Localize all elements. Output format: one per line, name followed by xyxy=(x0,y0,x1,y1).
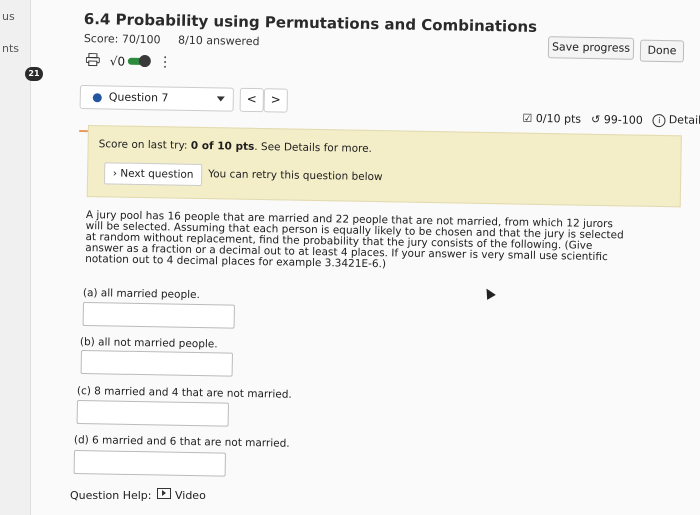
toggle-knob xyxy=(139,54,152,68)
retry-icon: ↺ xyxy=(590,112,601,126)
status-dot-icon xyxy=(92,93,102,103)
problem-statement: A jury pool has 16 people that are marri… xyxy=(85,209,624,271)
last-try-value: 0 of 10 pts xyxy=(190,139,255,153)
previous-question-button[interactable]: < xyxy=(239,87,264,113)
part-a-label: (a) all married people. xyxy=(82,287,200,302)
video-link[interactable]: Video xyxy=(157,488,206,502)
details-link[interactable]: i Details xyxy=(652,113,700,128)
video-icon xyxy=(157,488,172,499)
score-summary: Score: 70/100 8/10 answered xyxy=(84,32,274,48)
mouse-cursor-icon xyxy=(482,286,496,300)
toggle-track xyxy=(128,54,152,68)
done-button[interactable]: Done xyxy=(639,39,685,63)
chevron-down-icon xyxy=(216,96,225,102)
sqrt-icon: √0 xyxy=(109,53,126,69)
part-b-label: (b) all not married people. xyxy=(79,336,218,351)
question-help: Question Help: Video xyxy=(70,488,206,502)
notification-badge: 21 xyxy=(25,67,43,81)
video-label: Video xyxy=(174,489,206,502)
last-try-score: Score on last try: 0 of 10 pts. See Deta… xyxy=(99,138,372,155)
details-label: Details xyxy=(668,113,700,127)
math-toggle[interactable]: √0 xyxy=(109,53,152,69)
answer-input-d[interactable] xyxy=(73,450,226,477)
question-select-label: Question 7 xyxy=(108,90,169,105)
info-icon: i xyxy=(652,114,666,128)
last-try-prefix: Score on last try: xyxy=(98,138,191,152)
points-group: ☑ 0/10 pts xyxy=(522,111,581,125)
score-text: Score: 70/100 xyxy=(83,32,161,47)
answer-input-c[interactable] xyxy=(76,400,229,427)
question-help-label: Question Help: xyxy=(70,488,152,502)
page-title: 6.4 Probability using Permutations and C… xyxy=(83,10,538,36)
answered-text: 8/10 answered xyxy=(177,33,260,49)
question-meta: ☑ 0/10 pts ↺ 99-100 i Details xyxy=(522,111,700,128)
part-d-label: (d) 6 married and 6 that are not married… xyxy=(73,434,290,450)
print-icon[interactable] xyxy=(85,51,100,70)
sidebar-fragment-1[interactable]: us xyxy=(2,10,15,23)
toolbar: √0 ⋮ xyxy=(85,51,173,72)
attempts-text: 99-100 xyxy=(603,112,643,127)
points-text: 0/10 pts xyxy=(535,111,582,126)
retry-message: You can retry this question below xyxy=(208,168,383,184)
answer-input-a[interactable] xyxy=(82,302,235,329)
sidebar-fragment-2[interactable]: nts xyxy=(2,42,19,55)
answer-input-b[interactable] xyxy=(80,350,233,377)
retry-panel: Score on last try: 0 of 10 pts. See Deta… xyxy=(86,125,682,208)
question-select[interactable]: Question 7 xyxy=(79,85,234,112)
last-try-suffix: . See Details for more. xyxy=(254,140,373,155)
more-options-icon[interactable]: ⋮ xyxy=(158,54,172,70)
attempts-group: ↺ 99-100 xyxy=(591,112,643,126)
next-question-button[interactable]: › Next question xyxy=(103,162,203,186)
part-c-label: (c) 8 married and 4 that are not married… xyxy=(76,385,292,401)
save-progress-button[interactable]: Save progress xyxy=(547,36,635,60)
edit-check-icon: ☑ xyxy=(522,111,533,125)
next-question-arrow-button[interactable]: > xyxy=(263,88,288,113)
